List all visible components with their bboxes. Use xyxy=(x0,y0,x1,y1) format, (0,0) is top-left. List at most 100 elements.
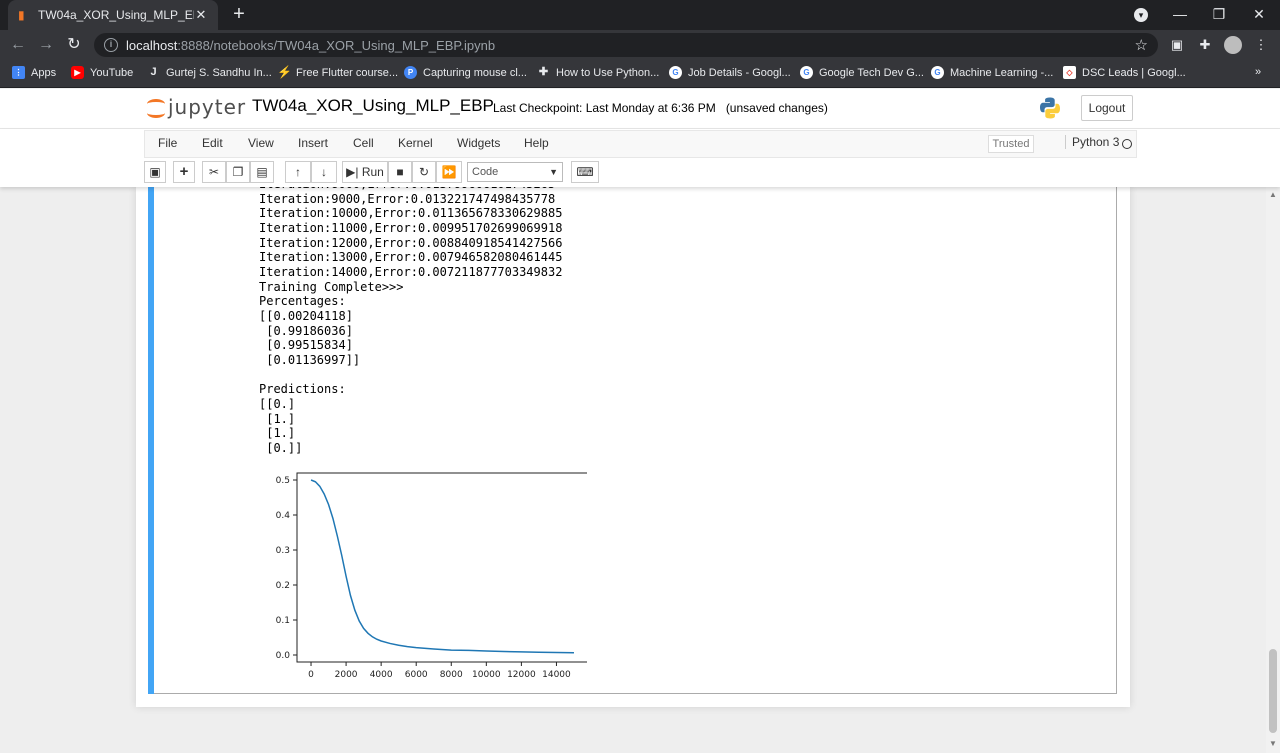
menu-file[interactable]: File xyxy=(158,136,177,150)
scroll-down-icon[interactable]: ▼ xyxy=(1269,739,1277,748)
y-tick-label: 0.1 xyxy=(276,616,290,626)
output-line: [1.] xyxy=(259,426,296,441)
youtube-icon: ▶ xyxy=(71,66,84,79)
x-tick-label: 12000 xyxy=(507,670,536,680)
paste-icon[interactable]: ▤ xyxy=(250,161,274,183)
output-line: Training Complete>>> xyxy=(259,279,404,294)
j-logo-icon: J xyxy=(150,66,157,78)
reload-icon[interactable]: ↻ xyxy=(64,35,84,55)
jupyter-header: jupyter TW04a_XOR_Using_MLP_EBP Last Che… xyxy=(0,89,1280,129)
maximize-icon[interactable]: ❐ xyxy=(1200,0,1238,30)
output-line: Iteration:11000,Error:0.0099517026990699… xyxy=(259,220,563,235)
output-line: Iteration:10000,Error:0.0113656783306298… xyxy=(259,206,563,221)
bookmark-capturing-mouse[interactable]: P Capturing mouse cl... xyxy=(404,66,527,79)
browser-tab[interactable]: ▮ TW04a_XOR_Using_MLP_EBP - Ju ✕ xyxy=(8,0,218,30)
bookmark-youtube[interactable]: ▶ YouTube xyxy=(71,66,133,79)
bookmark-label: DSC Leads | Googl... xyxy=(1082,66,1186,79)
bookmark-python[interactable]: ✚ How to Use Python... xyxy=(537,66,659,79)
command-palette-icon[interactable]: ⌨ xyxy=(571,161,599,183)
bookmark-tech-dev[interactable]: G Google Tech Dev G... xyxy=(800,66,924,79)
bookmark-label: Capturing mouse cl... xyxy=(423,66,527,79)
menu-view[interactable]: View xyxy=(248,136,274,150)
bookmark-apps[interactable]: ⋮ Apps xyxy=(12,66,56,79)
bookmark-label: Gurtej S. Sandhu In... xyxy=(166,66,272,79)
browser-toolbar: ← → ↻ i localhost :8888/notebooks/TW04a_… xyxy=(0,30,1280,60)
bookmark-gurtej[interactable]: J Gurtej S. Sandhu In... xyxy=(147,66,272,79)
cell-type-value: Code xyxy=(472,166,499,178)
jupyter-wordmark: jupyter xyxy=(168,95,247,119)
minimize-icon[interactable]: — xyxy=(1161,0,1199,30)
scroll-thumb[interactable] xyxy=(1269,649,1277,733)
insert-cell-icon[interactable]: + xyxy=(173,161,195,183)
error-line-chart: 0 2000 4000 6000 8000 10000 12000 14000 0.0 0.1 0.… xyxy=(276,472,587,680)
close-tab-icon[interactable]: ✕ xyxy=(194,7,208,23)
scroll-up-icon[interactable]: ▲ xyxy=(1269,190,1277,199)
python-logo-icon xyxy=(1040,97,1060,119)
bookmark-flutter[interactable]: ⚡ Free Flutter course... xyxy=(277,66,398,79)
move-up-icon[interactable]: ↑ xyxy=(285,161,311,183)
autosave-status: (unsaved changes) xyxy=(725,101,828,115)
cell-type-select[interactable]: Code ▼ xyxy=(467,162,563,182)
x-tick-label: 6000 xyxy=(405,670,428,680)
new-tab-button[interactable]: + xyxy=(228,4,250,26)
page-scrollbar[interactable]: ▲ ▼ xyxy=(1266,187,1280,753)
profile-avatar[interactable] xyxy=(1224,36,1242,54)
bookmark-star-icon[interactable]: ☆ xyxy=(1135,36,1148,54)
kernel-name: Python 3 xyxy=(1065,135,1119,149)
copy-icon[interactable]: ❐ xyxy=(226,161,250,183)
bookmark-label: Job Details - Googl... xyxy=(688,66,791,79)
tab-title: TW04a_XOR_Using_MLP_EBP - Ju xyxy=(38,8,194,22)
save-icon[interactable]: ▣ xyxy=(144,161,166,183)
run-button[interactable]: ▶| Run xyxy=(342,161,388,183)
bookmark-dsc-leads[interactable]: ◇ DSC Leads | Googl... xyxy=(1063,66,1186,79)
logout-button[interactable]: Logout xyxy=(1081,95,1133,121)
menu-edit[interactable]: Edit xyxy=(202,136,223,150)
tab-search-icon[interactable]: ▾ xyxy=(1134,8,1148,22)
forward-icon[interactable]: → xyxy=(36,35,56,55)
menu-widgets[interactable]: Widgets xyxy=(457,136,500,150)
checkpoint-status: Last Checkpoint: Last Monday at 6:36 PM … xyxy=(493,101,828,115)
bookmark-machine-learning[interactable]: G Machine Learning -... xyxy=(931,66,1053,79)
plot-frame xyxy=(296,472,587,663)
site-info-icon[interactable]: i xyxy=(104,38,118,52)
notebook-title[interactable]: TW04a_XOR_Using_MLP_EBP xyxy=(252,96,494,116)
close-window-icon[interactable]: ✕ xyxy=(1240,0,1278,30)
jupyter-logo[interactable]: jupyter xyxy=(146,95,246,119)
y-tick-label: 0.0 xyxy=(276,651,291,661)
interrupt-icon[interactable]: ■ xyxy=(388,161,412,183)
cell-output-text: Iteration:8000,Error:0.01379960610174526… xyxy=(259,177,562,455)
extensions-puzzle-icon[interactable]: ✚ xyxy=(1196,36,1214,54)
back-icon[interactable]: ← xyxy=(8,35,28,55)
google-icon: G xyxy=(800,66,813,79)
address-bar[interactable]: i localhost :8888/notebooks/TW04a_XOR_Us… xyxy=(94,33,1158,57)
trusted-indicator[interactable]: Trusted xyxy=(988,135,1034,153)
menu-insert[interactable]: Insert xyxy=(298,136,328,150)
bookmarks-more-button[interactable]: » xyxy=(1255,66,1261,78)
x-tick-label: 10000 xyxy=(472,670,501,680)
bookmark-label: Apps xyxy=(31,66,57,79)
output-line: Iteration:12000,Error:0.0088409185414275… xyxy=(259,235,563,250)
bookmark-label: Free Flutter course... xyxy=(296,66,399,79)
selected-code-cell[interactable]: Iteration:8000,Error:0.01379960610174526… xyxy=(148,177,1117,694)
bookmark-job-details[interactable]: G Job Details - Googl... xyxy=(669,66,791,79)
menu-help[interactable]: Help xyxy=(524,136,549,150)
flutter-icon: ⚡ xyxy=(277,65,292,79)
google-icon: G xyxy=(931,66,944,79)
notebook-page: Iteration:8000,Error:0.01379960610174526… xyxy=(136,177,1130,707)
restart-run-all-icon[interactable]: ⏩ xyxy=(436,161,462,183)
y-tick-label: 0.2 xyxy=(276,581,290,591)
cut-icon[interactable]: ✂ xyxy=(202,161,226,183)
restart-icon[interactable]: ↻ xyxy=(412,161,436,183)
menu-kernel[interactable]: Kernel xyxy=(398,136,433,150)
output-line: Predictions: xyxy=(259,382,346,397)
jupyter-logo-icon xyxy=(146,96,166,118)
move-down-icon[interactable]: ↓ xyxy=(311,161,337,183)
output-line: Iteration:13000,Error:0.0079465820804614… xyxy=(259,250,563,265)
extension-pocket-icon[interactable]: ▣ xyxy=(1168,36,1186,54)
jupyter-favicon-icon: ▮ xyxy=(18,8,25,22)
output-line: [0.01136997]] xyxy=(259,352,361,367)
output-line: [0.99186036] xyxy=(259,323,353,338)
y-tick-label: 0.3 xyxy=(276,546,290,556)
menu-cell[interactable]: Cell xyxy=(353,136,374,150)
more-menu-icon[interactable]: ⋮ xyxy=(1252,36,1270,54)
